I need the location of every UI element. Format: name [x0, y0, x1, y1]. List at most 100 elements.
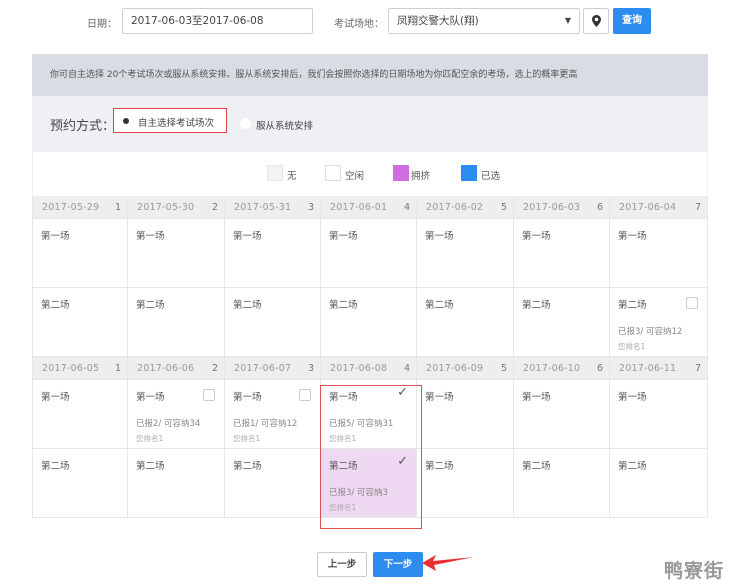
- option-self-select-label: 自主选择考试场次: [138, 118, 215, 129]
- date-text: 2017-06-05: [42, 363, 100, 374]
- session-rank: 您排名1: [233, 434, 261, 443]
- session-checkbox[interactable]: [299, 389, 311, 401]
- weekday-number: 1: [114, 363, 121, 374]
- session-cell: 第一场: [514, 380, 610, 449]
- session-cell[interactable]: 第二场 ✓ 已报3/ 可容纳3 您排名1: [321, 449, 417, 518]
- legend-none-swatch: [267, 165, 283, 181]
- date-cell: 2017-06-03 6: [514, 196, 610, 219]
- session-capacity: 已报2/ 可容纳34: [136, 419, 201, 429]
- session-name: 第一场: [41, 231, 70, 242]
- session-rank: 您排名1: [136, 434, 164, 443]
- session-name: 第二场: [618, 461, 647, 472]
- weekday-number: 1: [114, 202, 121, 213]
- date-cell: 2017-06-08 4: [321, 357, 417, 380]
- chevron-down-icon: ▼: [564, 16, 571, 25]
- query-button[interactable]: 查询: [613, 8, 651, 34]
- session-checkbox[interactable]: [203, 389, 215, 401]
- date-cell: 2017-05-29 1: [32, 196, 128, 219]
- session-name: 第一场: [618, 392, 647, 403]
- location-label: 考试场地：: [334, 19, 384, 30]
- session-cell: 第一场: [128, 219, 225, 288]
- date-cell: 2017-06-09 5: [417, 357, 514, 380]
- session-cell: 第一场: [417, 380, 514, 449]
- session-name: 第二场: [425, 461, 454, 472]
- date-text: 2017-06-09: [426, 363, 484, 374]
- weekday-number: 6: [596, 363, 603, 374]
- session-cell[interactable]: 第一场已报2/ 可容纳34 您排名1: [128, 380, 225, 449]
- session-name: 第一场: [522, 392, 551, 403]
- session-cell: 第二场: [417, 449, 514, 518]
- weekday-number: 3: [307, 363, 314, 374]
- date-cell: 2017-06-05 1: [32, 357, 128, 380]
- session-name: 第一场: [136, 392, 165, 403]
- date-cell: 2017-06-04 7: [610, 196, 708, 219]
- session-cell: 第一场: [417, 219, 514, 288]
- date-text: 2017-06-02: [426, 202, 484, 213]
- date-row: 2017-06-05 1 2017-06-06 2 2017-06-07 3 2017-06…: [32, 357, 708, 380]
- session-cell: 第一场: [610, 380, 708, 449]
- option-self-select[interactable]: 自主选择考试场次: [113, 108, 227, 133]
- session-cell: 第二场: [514, 449, 610, 518]
- session-cell: 第二场: [128, 449, 225, 518]
- location-pin-button[interactable]: [583, 8, 609, 34]
- watermark: 鸭寮街: [664, 560, 725, 582]
- session-cell[interactable]: 第一场已报1/ 可容纳12 您排名1: [225, 380, 321, 449]
- session-checkbox[interactable]: [686, 297, 698, 309]
- session-cell[interactable]: 第二场 已报3/ 可容纳12 您排名1: [610, 288, 708, 357]
- session-cell: 第一场: [610, 219, 708, 288]
- session-name: 第一场: [425, 231, 454, 242]
- session-name: 第一场: [233, 392, 262, 403]
- session-name: 第二场: [233, 300, 262, 311]
- session-cell: 第一场: [321, 219, 417, 288]
- session-name: 第二场: [233, 461, 262, 472]
- date-range-input[interactable]: 2017-06-03至2017-06-08: [122, 8, 313, 34]
- session-cell: 第二场: [32, 288, 128, 357]
- map-pin-icon: [591, 15, 601, 27]
- date-text: 2017-06-11: [619, 363, 677, 374]
- legend-none-label: 无: [287, 171, 297, 182]
- option-system-assign-label[interactable]: 服从系统安排: [256, 118, 313, 132]
- session-cell: 第二场: [321, 288, 417, 357]
- session-rank: 您排名1: [618, 342, 646, 351]
- date-cell: 2017-05-31 3: [225, 196, 321, 219]
- checkmark-icon[interactable]: ✓: [397, 385, 408, 400]
- session-cell: 第一场: [225, 219, 321, 288]
- session-name: 第二场: [329, 300, 358, 311]
- session-name: 第二场: [41, 300, 70, 311]
- session-cell: 第一场: [32, 219, 128, 288]
- session-capacity: 已报5/ 可容纳31: [329, 419, 394, 429]
- session-cell: 第一场: [32, 380, 128, 449]
- session-name: 第二场: [136, 461, 165, 472]
- radio-unselected-icon[interactable]: [239, 117, 252, 130]
- next-step-button[interactable]: 下一步: [373, 552, 423, 577]
- session-name: 第二场: [41, 461, 70, 472]
- session-capacity: 已报1/ 可容纳12: [233, 419, 298, 429]
- booking-method-panel: 预约方式： 自主选择考试场次 服从系统安排: [32, 96, 708, 152]
- session-row: 第二场 第二场 第二场 第二场 第二场 第二场 第二场 已报3/ 可容纳12 您排名1: [32, 288, 708, 357]
- date-cell: 2017-06-10 6: [514, 357, 610, 380]
- checkmark-icon[interactable]: ✓: [397, 454, 408, 469]
- date-text: 2017-06-10: [523, 363, 581, 374]
- weekday-number: 4: [403, 363, 410, 374]
- session-name: 第一场: [522, 231, 551, 242]
- session-capacity: 已报3/ 可容纳12: [618, 327, 683, 337]
- booking-method-label: 预约方式：: [50, 119, 116, 134]
- session-cell[interactable]: 第一场 ✓ 已报5/ 可容纳31 您排名1: [321, 380, 417, 449]
- legend-free-swatch: [325, 165, 341, 181]
- red-arrow-icon: [422, 555, 474, 571]
- location-select[interactable]: 凤翔交警大队(翔) ▼: [388, 8, 580, 34]
- date-row: 2017-05-29 1 2017-05-30 2 2017-05-31 3 2017-06…: [32, 196, 708, 219]
- weekday-number: 7: [694, 363, 701, 374]
- legend-selected-label: 已选: [481, 171, 501, 182]
- date-text: 2017-06-08: [330, 363, 388, 374]
- date-text: 2017-05-30: [137, 202, 195, 213]
- session-rank: 您排名1: [329, 434, 357, 443]
- session-name: 第二场: [136, 300, 165, 311]
- session-name: 第一场: [41, 392, 70, 403]
- date-text: 2017-06-04: [619, 202, 677, 213]
- legend-crowded-label: 拥挤: [411, 171, 431, 182]
- session-name: 第二场: [522, 461, 551, 472]
- session-name: 第一场: [329, 392, 358, 403]
- date-label: 日期：: [87, 19, 117, 30]
- prev-step-button[interactable]: 上一步: [317, 552, 367, 577]
